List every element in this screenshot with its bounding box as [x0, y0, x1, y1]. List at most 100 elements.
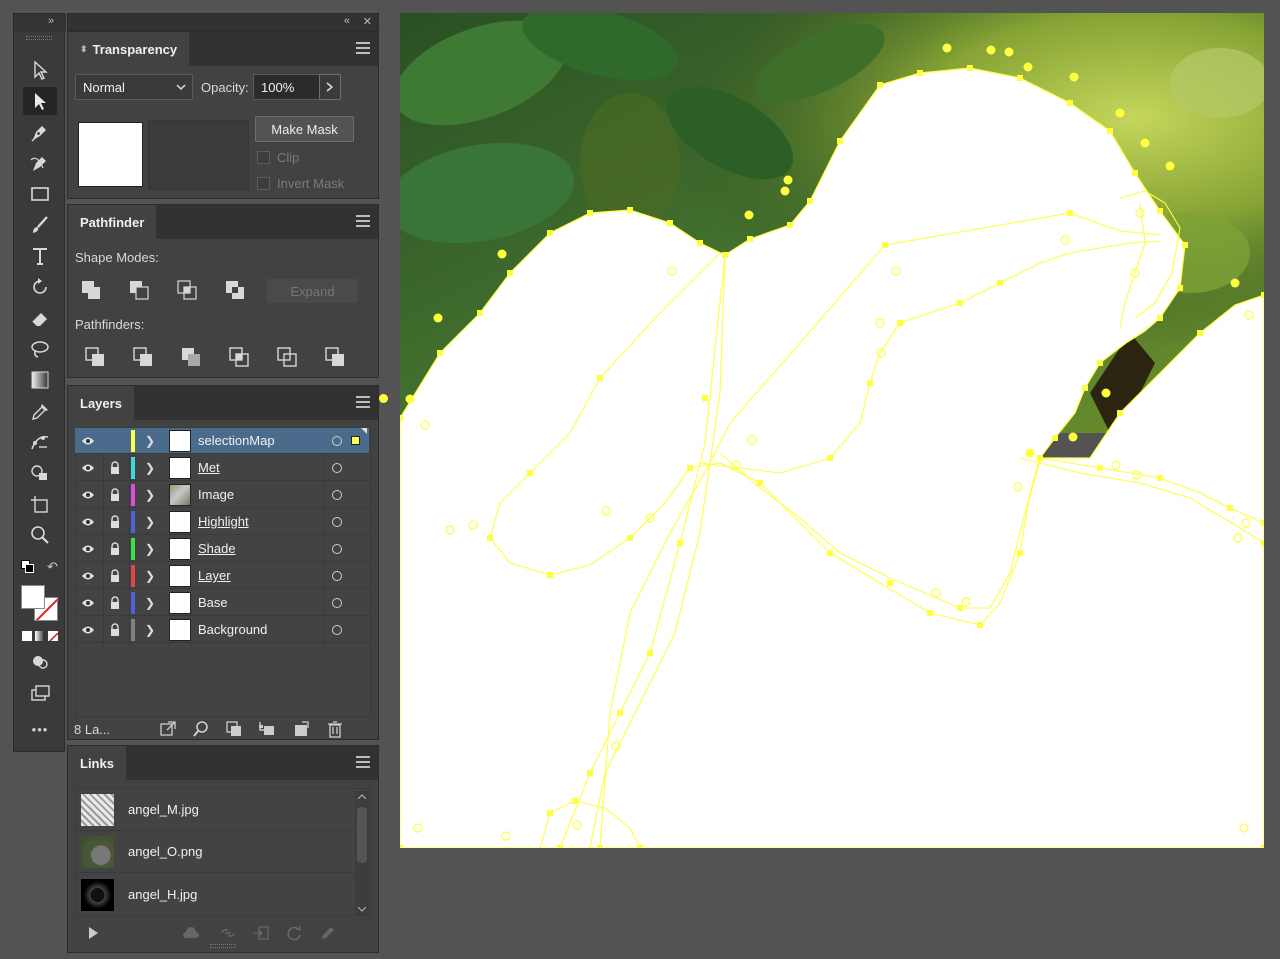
lock-icon[interactable] [110, 461, 120, 474]
object-thumbnail[interactable] [78, 122, 143, 187]
artboard-tool[interactable] [23, 490, 57, 518]
expand-arrow-icon[interactable]: ❯ [145, 488, 155, 502]
edit-toolbar-button[interactable]: ••• [14, 722, 66, 737]
none-icon[interactable] [48, 631, 58, 641]
draw-mode-tool[interactable] [23, 648, 57, 676]
layer-row-layer[interactable]: ❯ Layer [75, 563, 369, 589]
panel-resize-grip[interactable] [210, 944, 236, 948]
artboard-handle-icon[interactable] [379, 394, 388, 403]
merge-icon[interactable] [180, 346, 202, 368]
eraser-tool[interactable] [23, 304, 57, 332]
visibility-eye-icon[interactable] [81, 490, 95, 500]
tab-layers[interactable]: Layers [68, 386, 134, 420]
visibility-eye-icon[interactable] [81, 571, 95, 581]
layer-row-image[interactable]: ❯ Image [75, 482, 369, 508]
minus-back-icon[interactable] [324, 346, 346, 368]
opacity-input[interactable]: 100% [253, 74, 321, 100]
visibility-eye-icon[interactable] [81, 463, 95, 473]
visibility-eye-icon[interactable] [81, 544, 95, 554]
rectangle-tool[interactable] [23, 180, 57, 208]
layer-row-met[interactable]: ❯ Met [75, 455, 369, 481]
curvature-tool[interactable] [23, 149, 57, 177]
panel-menu-icon[interactable] [356, 756, 370, 768]
target-circle-icon[interactable] [332, 598, 342, 608]
layer-name[interactable]: selectionMap [198, 433, 275, 448]
expand-arrow-icon[interactable]: ❯ [145, 515, 155, 529]
selection-indicator[interactable] [351, 436, 360, 445]
dock-close-button[interactable]: ✕ [363, 15, 372, 28]
unite-icon[interactable] [80, 279, 102, 301]
layer-row-background[interactable]: ❯ Background [75, 617, 369, 643]
expand-arrow-icon[interactable]: ❯ [145, 542, 155, 556]
eyedropper-tool[interactable] [23, 397, 57, 425]
divide-icon[interactable] [84, 346, 106, 368]
panel-menu-icon[interactable] [356, 42, 370, 54]
gradient-tool[interactable] [23, 366, 57, 394]
layer-row-shade[interactable]: ❯ Shade [75, 536, 369, 562]
target-circle-icon[interactable] [332, 490, 342, 500]
crop-icon[interactable] [228, 346, 250, 368]
intersect-icon[interactable] [176, 279, 198, 301]
color-icon[interactable] [22, 631, 32, 641]
visibility-eye-icon[interactable] [81, 625, 95, 635]
scroll-up-icon[interactable] [358, 794, 366, 799]
locate-object-icon[interactable] [159, 720, 177, 738]
target-circle-icon[interactable] [332, 625, 342, 635]
swap-colors-icon[interactable]: ↶ [47, 560, 61, 574]
gradient-icon[interactable] [35, 631, 45, 641]
dock-collapse-button[interactable]: « [344, 15, 350, 27]
trash-icon[interactable] [326, 720, 344, 738]
target-circle-icon[interactable] [332, 544, 342, 554]
invert-mask-checkbox[interactable] [257, 177, 270, 190]
rotate-tool[interactable] [23, 273, 57, 301]
artwork[interactable] [400, 13, 1264, 848]
visibility-eye-icon[interactable] [81, 598, 95, 608]
visibility-eye-icon[interactable] [81, 517, 95, 527]
target-circle-icon[interactable] [332, 436, 342, 446]
expand-arrow-icon[interactable]: ❯ [145, 434, 155, 448]
shape-builder-tool[interactable] [23, 459, 57, 487]
puppet-warp-tool[interactable] [23, 428, 57, 456]
blend-mode-select[interactable]: Normal [75, 74, 193, 100]
scroll-thumb[interactable] [357, 807, 367, 863]
layer-name[interactable]: Background [198, 622, 267, 637]
expand-arrow-icon[interactable]: ❯ [145, 461, 155, 475]
fill-swatch[interactable] [21, 585, 45, 609]
direct-selection-tool[interactable] [23, 87, 57, 115]
clip-checkbox[interactable] [257, 151, 270, 164]
tab-pathfinder[interactable]: Pathfinder [68, 205, 157, 239]
layer-name[interactable]: Met [198, 460, 220, 475]
pen-tool[interactable] [23, 118, 57, 146]
selection-tool[interactable] [23, 56, 57, 84]
link-name[interactable]: angel_O.png [128, 844, 202, 859]
tools-panel-header[interactable]: » [14, 14, 66, 32]
outline-icon[interactable] [276, 346, 298, 368]
layer-name[interactable]: Shade [198, 541, 236, 556]
panel-dock-header[interactable]: « ✕ [67, 13, 379, 31]
lock-icon[interactable] [110, 515, 120, 528]
target-circle-icon[interactable] [332, 571, 342, 581]
search-icon[interactable] [192, 720, 210, 738]
minus-front-icon[interactable] [128, 279, 150, 301]
paintbrush-tool[interactable] [23, 211, 57, 239]
layer-name[interactable]: Base [198, 595, 228, 610]
layer-name[interactable]: Highlight [198, 514, 249, 529]
tools-panel-grip[interactable] [26, 36, 52, 40]
layer-row-selectionmap[interactable]: ❯ selectionMap [75, 428, 369, 454]
links-scrollbar[interactable] [355, 791, 369, 915]
link-row-angel-o[interactable]: angel_O.png [75, 831, 355, 873]
visibility-eye-icon[interactable] [81, 436, 95, 446]
artboard[interactable] [400, 13, 1264, 848]
trim-icon[interactable] [132, 346, 154, 368]
lasso-tool[interactable] [23, 335, 57, 363]
mask-thumbnail-slot[interactable] [148, 120, 249, 190]
make-mask-button[interactable]: Make Mask [255, 116, 354, 142]
new-sublayer-icon[interactable] [258, 720, 276, 738]
play-icon[interactable] [84, 924, 102, 942]
lock-icon[interactable] [110, 623, 120, 636]
lock-icon[interactable] [110, 596, 120, 609]
new-layer-icon[interactable] [292, 720, 310, 738]
tab-links[interactable]: Links [68, 746, 126, 780]
layer-row-base[interactable]: ❯ Base [75, 590, 369, 616]
layer-name[interactable]: Layer [198, 568, 231, 583]
